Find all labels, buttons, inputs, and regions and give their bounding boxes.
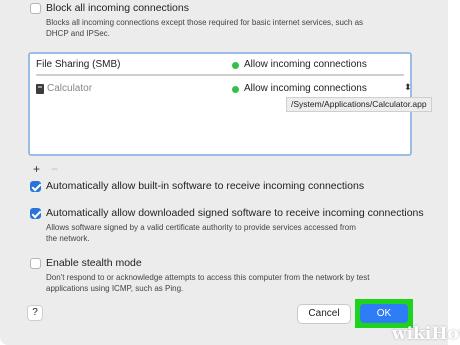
stealth-mode-description-line1: Don't respond to or acknowledge attempts… xyxy=(46,273,370,282)
status-dot-icon xyxy=(232,62,239,69)
remove-app-button[interactable]: − xyxy=(51,163,58,175)
connection-status[interactable]: Allow incoming connections xyxy=(244,83,367,94)
background-edge xyxy=(448,0,460,345)
auto-allow-signed-label: Automatically allow downloaded signed so… xyxy=(46,207,424,219)
auto-allow-builtin-label: Automatically allow built-in software to… xyxy=(46,180,365,192)
add-app-button[interactable]: + xyxy=(33,163,40,175)
help-button[interactable]: ? xyxy=(28,306,42,320)
block-all-description-line1: Blocks all incoming connections except t… xyxy=(46,18,364,27)
connection-status: Allow incoming connections xyxy=(244,59,367,70)
app-name: File Sharing (SMB) xyxy=(36,59,121,70)
list-item[interactable]: Calculator Allow incoming connections ⬍ xyxy=(36,80,412,98)
list-divider xyxy=(36,74,404,76)
auto-allow-signed-description-line1: Allows software signed by a valid certif… xyxy=(46,223,356,232)
status-dot-icon xyxy=(232,86,239,93)
auto-allow-signed-checkbox[interactable] xyxy=(30,208,41,219)
auto-allow-builtin-checkbox[interactable] xyxy=(30,181,41,192)
updown-chevron-icon[interactable]: ⬍ xyxy=(404,82,412,93)
calculator-app-icon xyxy=(36,84,44,94)
block-all-description-line2: DHCP and IPSec. xyxy=(46,29,110,38)
auto-allow-signed-description-line2: the network. xyxy=(46,234,90,243)
list-item[interactable]: File Sharing (SMB) Allow incoming connec… xyxy=(36,56,404,74)
ok-button[interactable]: OK xyxy=(360,304,408,323)
app-name: Calculator xyxy=(47,83,93,94)
block-all-label: Block all incoming connections xyxy=(46,2,189,14)
firewall-options-dialog: Block all incoming connections Blocks al… xyxy=(0,0,460,345)
block-all-checkbox[interactable] xyxy=(30,3,41,14)
stealth-mode-description-line2: applications using ICMP, such as Ping. xyxy=(46,284,184,293)
cancel-button[interactable]: Cancel xyxy=(298,305,350,323)
watermark: wikiHow xyxy=(392,324,460,344)
path-tooltip: /System/Applications/Calculator.app xyxy=(286,97,432,112)
stealth-mode-checkbox[interactable] xyxy=(30,258,41,269)
stealth-mode-label: Enable stealth mode xyxy=(46,257,142,269)
